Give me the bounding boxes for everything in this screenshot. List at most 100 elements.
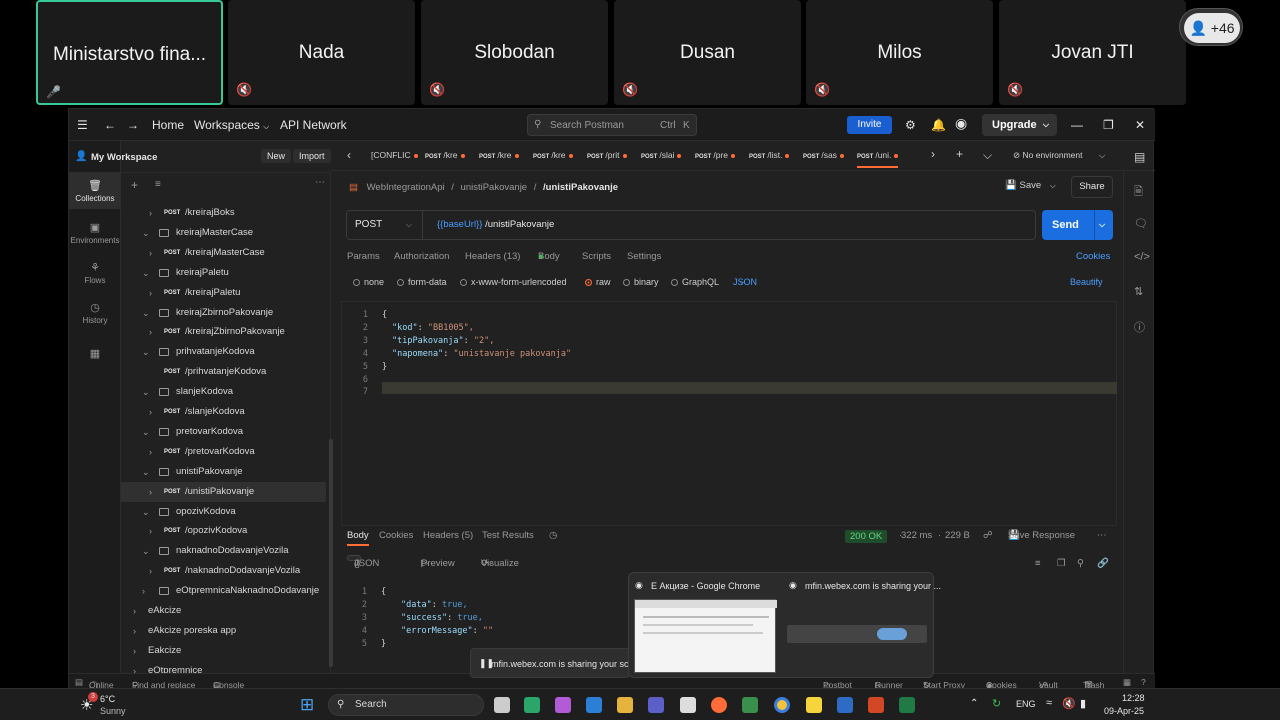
teams-icon[interactable] — [648, 697, 664, 713]
filter-icon[interactable]: ≡ — [155, 179, 161, 190]
tree-folder[interactable]: › eOtpremnicaNaknadnoDodavanje — [121, 581, 326, 601]
close-icon[interactable]: ✕ — [1135, 118, 1145, 132]
volume-muted-icon[interactable]: 🔇 — [1062, 697, 1076, 710]
share-button[interactable]: Share — [1071, 176, 1113, 198]
tree-request[interactable]: › POST/naknadnoDodavanjeVozila — [121, 561, 326, 581]
search-icon[interactable]: ⚲ — [1077, 558, 1084, 569]
rail-configure[interactable]: ▦ — [69, 347, 121, 367]
add-icon[interactable]: + — [131, 178, 138, 192]
search-input[interactable]: ⚲ Search Postman Ctrl K — [527, 114, 697, 136]
request-tab[interactable]: POST/uni. — [857, 150, 899, 168]
request-tab[interactable]: POST/list. — [749, 150, 790, 160]
rail-environments[interactable]: ▣ Environments — [69, 217, 121, 253]
request-tab[interactable]: POST/sas — [803, 150, 844, 160]
url-input[interactable]: {{baseUrl}} /unistiPakovanje — [437, 219, 554, 230]
chrome-icon[interactable] — [774, 697, 790, 713]
chevron-right-icon[interactable]: › — [931, 147, 935, 161]
excel-icon[interactable] — [899, 697, 915, 713]
forward-arrow-icon[interactable]: → — [127, 118, 139, 132]
status-badge[interactable]: 200 OK — [845, 530, 888, 543]
layout-icon[interactable]: ▤ — [75, 677, 83, 688]
response-time[interactable]: 322 ms — [901, 530, 932, 541]
tree-folder[interactable]: ⌄ opozivKodova — [121, 502, 326, 522]
tree-folder[interactable]: ⌄ unistiPakovanje — [121, 462, 326, 482]
request-tab[interactable]: POST/kre — [425, 150, 465, 160]
thumbnail-preview-chrome[interactable] — [634, 599, 777, 673]
tree-request[interactable]: › POST/unistiPakovanje — [121, 481, 326, 502]
screen-share-bar[interactable]: ❚❚ mfin.webex.com is sharing your scre — [470, 648, 637, 678]
radio-form-data[interactable]: form-data — [397, 277, 447, 287]
beautify-button[interactable]: Beautify — [1070, 277, 1103, 287]
participant-tile-active[interactable]: Ministarstvo fina... 🎤 — [36, 0, 223, 105]
webex-icon[interactable] — [837, 697, 853, 713]
tab-authorization[interactable]: Authorization — [394, 251, 449, 262]
tree-folder[interactable]: ⌄ kreirajPaletu — [121, 263, 326, 283]
tree-request[interactable]: POST/prihvatanjeKodova — [121, 362, 326, 382]
tree-collection[interactable]: › eAkcize — [121, 601, 326, 621]
save-button[interactable]: 💾 Save ⌵ — [1005, 180, 1056, 191]
wrap-lines-icon[interactable]: ≡ — [1035, 558, 1041, 569]
radio-binary[interactable]: binary — [623, 277, 659, 287]
tree-folder[interactable]: ⌄ kreirajZbirnoPakovanje — [121, 303, 326, 323]
store-icon[interactable] — [680, 697, 696, 713]
tree-request[interactable]: › POST/opozivKodova — [121, 521, 326, 541]
restore-icon[interactable]: ❐ — [1103, 118, 1114, 132]
tree-folder[interactable]: ⌄ prihvatanjeKodova — [121, 342, 326, 362]
request-tab[interactable]: [CONFLIC — [371, 150, 418, 160]
more-participants-button[interactable]: 👤 +46 — [1179, 8, 1243, 46]
wifi-icon[interactable]: ≈ — [1046, 697, 1052, 709]
avatar[interactable]: ◉ — [955, 115, 967, 132]
tree-folder[interactable]: ⌄ pretovarKodova — [121, 422, 326, 442]
request-tab[interactable]: POST/kre — [533, 150, 573, 160]
task-view-icon[interactable] — [494, 697, 510, 713]
participant-tile[interactable]: Dusan 🔇 — [614, 0, 801, 105]
send-button[interactable]: Send ⌵ — [1042, 210, 1113, 240]
sidebar-scrollbar[interactable] — [329, 439, 333, 667]
tab-headers[interactable]: Headers (13) — [465, 251, 520, 262]
tree-folder[interactable]: ⌄ slanjeKodova — [121, 382, 326, 402]
history-icon[interactable]: ◷ — [549, 530, 557, 541]
link-icon[interactable]: 🔗 — [1097, 558, 1109, 569]
menu-icon[interactable]: ☰ — [77, 118, 88, 132]
response-tab-cookies[interactable]: Cookies — [379, 530, 413, 541]
request-tab[interactable]: POST/slai — [641, 150, 682, 160]
request-tab[interactable]: POST/pre — [695, 150, 735, 160]
participant-tile[interactable]: Jovan JTI 🔇 — [999, 0, 1186, 105]
tree-folder[interactable]: ⌄ naknadnoDodavanjeVozila — [121, 541, 326, 561]
postman-icon[interactable] — [711, 697, 727, 713]
tabs-dropdown-icon[interactable]: ⌵ — [983, 148, 992, 163]
tree-request[interactable]: › POST/kreirajZbirnoPakovanje — [121, 322, 326, 342]
windows-start-icon[interactable]: ⊞ — [300, 695, 314, 715]
clock-date[interactable]: 09-Apr-25 — [1104, 706, 1144, 716]
thumbnail-preview-share[interactable] — [787, 625, 927, 643]
network-icon[interactable]: ☍ — [983, 530, 993, 541]
vscode-icon[interactable] — [586, 697, 602, 713]
nav-home[interactable]: Home — [152, 118, 184, 132]
copilot-icon[interactable] — [555, 697, 571, 713]
tree-collection[interactable]: › eAkcize poreska app — [121, 621, 326, 641]
response-tab-body[interactable]: Body — [347, 530, 369, 546]
import-button[interactable]: Import — [293, 149, 331, 163]
cookies-link[interactable]: Cookies — [1076, 251, 1110, 262]
chevron-up-icon[interactable]: ⌃ — [970, 698, 978, 709]
more-options-icon[interactable]: ⋯ — [315, 177, 325, 188]
radio-graphql[interactable]: GraphQL — [671, 277, 719, 287]
settings-gear-icon[interactable]: ⚙ — [905, 118, 916, 132]
taskbar-search[interactable]: ⚲ Search — [328, 694, 484, 716]
sticky-notes-icon[interactable] — [806, 697, 822, 713]
tree-request[interactable]: › POST/slanjeKodova — [121, 402, 326, 422]
nav-api-network[interactable]: API Network — [280, 118, 347, 132]
help-icon[interactable]: ? — [1141, 677, 1146, 687]
radio-urlencoded[interactable]: x-www-form-urlencoded — [460, 277, 567, 287]
invite-button[interactable]: Invite — [847, 116, 892, 134]
tab-scripts[interactable]: Scripts — [582, 251, 611, 262]
tree-request[interactable]: › POST/pretovarKodova — [121, 442, 326, 462]
method-selector[interactable]: POST ⌵ — [347, 211, 423, 239]
rail-history[interactable]: ◷ History — [69, 297, 121, 333]
related-collections-icon[interactable]: ⇅ — [1134, 285, 1143, 298]
tab-settings[interactable]: Settings — [627, 251, 661, 262]
participant-tile[interactable]: Slobodan 🔇 — [421, 0, 608, 105]
back-arrow-icon[interactable]: ← — [104, 118, 116, 132]
environment-selector[interactable]: ⊘ No environment ⌵ — [1013, 150, 1105, 161]
nav-workspaces[interactable]: Workspaces ⌵ — [194, 118, 269, 132]
